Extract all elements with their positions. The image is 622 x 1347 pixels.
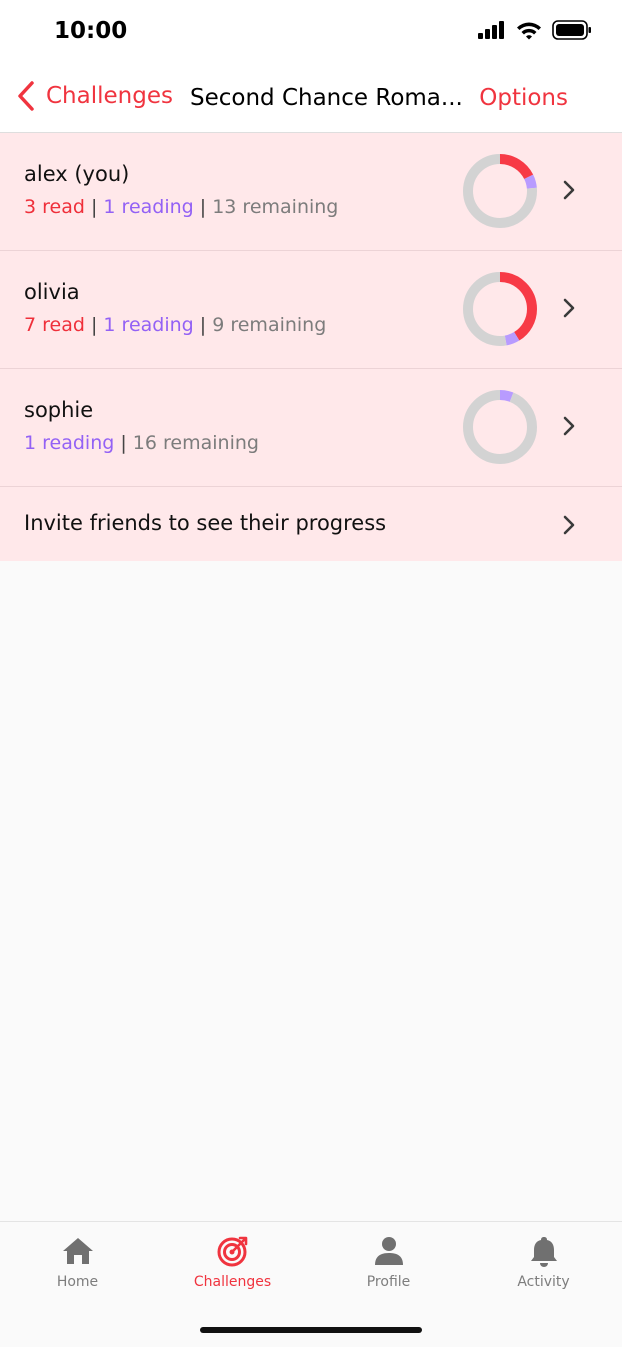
- target-icon: [217, 1236, 247, 1267]
- back-button[interactable]: Challenges: [16, 80, 173, 112]
- remaining-count: 16 remaining: [132, 432, 259, 454]
- member-stats: 1 reading | 16 remaining: [24, 432, 259, 454]
- tab-label: Home: [56, 1274, 99, 1290]
- tab-label: Challenges: [193, 1274, 272, 1290]
- chevron-right-icon: [563, 416, 575, 436]
- read-count: 3 read: [24, 196, 85, 218]
- chevron-left-icon: [18, 81, 34, 111]
- invite-friends-row[interactable]: Invite friends to see their progress: [0, 487, 622, 561]
- status-time: 10:00: [54, 18, 128, 44]
- tab-home[interactable]: Home: [0, 1234, 155, 1290]
- invite-friends-label: Invite friends to see their progress: [24, 511, 387, 535]
- home-icon: [62, 1238, 93, 1264]
- chevron-right-icon: [563, 298, 575, 318]
- status-bar: 10:00: [0, 0, 622, 68]
- member-progress-list: alex (you) 3 read | 1 reading | 13 remai…: [0, 133, 622, 561]
- member-row-olivia[interactable]: olivia 7 read | 1 reading | 9 remaining: [0, 251, 622, 369]
- back-button-label: Challenges: [46, 83, 173, 109]
- tab-label: Activity: [517, 1274, 570, 1290]
- read-count: 7 read: [24, 314, 85, 336]
- remaining-count: 13 remaining: [212, 196, 339, 218]
- person-icon: [374, 1237, 403, 1265]
- navigation-bar: Challenges Second Chance Roma... Options: [0, 68, 622, 133]
- wifi-icon: [517, 22, 541, 39]
- status-icons: [478, 20, 592, 40]
- home-indicator: [200, 1327, 422, 1333]
- member-stats: 7 read | 1 reading | 9 remaining: [24, 314, 327, 336]
- chevron-right-icon: [563, 515, 575, 535]
- options-button[interactable]: Options: [479, 85, 568, 111]
- progress-donut-chart: [463, 272, 537, 346]
- remaining-count: 9 remaining: [212, 314, 327, 336]
- member-name: alex (you): [24, 162, 130, 186]
- bell-icon: [530, 1237, 557, 1267]
- page-title: Second Chance Roma...: [190, 85, 463, 111]
- member-name: olivia: [24, 280, 80, 304]
- progress-donut-chart: [463, 154, 537, 228]
- tab-label: Profile: [366, 1274, 411, 1290]
- chevron-right-icon: [563, 180, 575, 200]
- progress-donut-chart: [463, 390, 537, 464]
- member-row-alex[interactable]: alex (you) 3 read | 1 reading | 13 remai…: [0, 133, 622, 251]
- tab-activity[interactable]: Activity: [466, 1234, 621, 1290]
- tab-profile[interactable]: Profile: [311, 1234, 466, 1290]
- member-name: sophie: [24, 398, 94, 422]
- battery-icon: [552, 20, 591, 40]
- reading-count: 1 reading: [24, 432, 115, 454]
- reading-count: 1 reading: [103, 314, 194, 336]
- member-stats: 3 read | 1 reading | 13 remaining: [24, 196, 339, 218]
- member-row-sophie[interactable]: sophie 1 reading | 16 remaining: [0, 369, 622, 487]
- signal-icon: [478, 21, 504, 39]
- tab-challenges[interactable]: Challenges: [155, 1234, 310, 1290]
- donut-segment-remaining: [463, 390, 537, 464]
- reading-count: 1 reading: [103, 196, 194, 218]
